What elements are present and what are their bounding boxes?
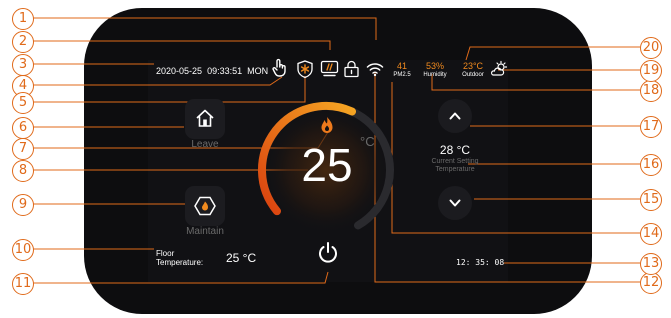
temperature-up-button[interactable]	[438, 99, 472, 133]
outdoor-label: Outdoor	[462, 72, 484, 78]
setpoint-label-line1: Current Setting	[431, 158, 479, 165]
callout-7: 7	[12, 138, 34, 160]
callout-10: 10	[12, 239, 34, 261]
humidity-value: 53%	[425, 61, 444, 71]
status-weekday: MON	[247, 66, 269, 76]
maintain-mode-label: Maintain	[186, 226, 224, 237]
touch-hand-icon[interactable]	[271, 58, 287, 78]
callout-6: 6	[12, 117, 34, 139]
callout-17: 17	[640, 116, 662, 138]
status-datetime: 2020-05-25 09:33:51 MON	[156, 66, 268, 76]
callout-15: 15	[640, 189, 662, 211]
pm25-widget: 41 PM2.5	[388, 61, 416, 79]
humidity-widget: 53% Humidity	[418, 61, 452, 79]
temperature-unit: °C	[360, 134, 375, 149]
callout-9: 9	[12, 194, 34, 216]
temperature-down-button[interactable]	[438, 186, 472, 220]
power-button-icon[interactable]	[317, 241, 339, 265]
setpoint-value: 28 °C	[439, 143, 471, 157]
floor-temp-label-line1: Floor	[156, 249, 175, 258]
weather-partly-cloudy-icon	[491, 60, 508, 76]
callout-20: 20	[640, 37, 662, 59]
anti-freeze-shield-icon	[297, 60, 313, 79]
callout-16: 16	[640, 154, 662, 176]
clock-display: 12: 35: 08	[456, 258, 505, 267]
outdoor-temp-value: 23°C	[462, 61, 484, 71]
chevron-up-icon	[449, 112, 461, 120]
callout-8: 8	[12, 160, 34, 182]
callout-14: 14	[640, 223, 662, 245]
home-icon	[196, 109, 214, 127]
floor-temp-label: Floor Temperature:	[156, 249, 203, 267]
callout-18: 18	[640, 80, 662, 102]
callout-13: 13	[640, 253, 662, 275]
child-lock-icon[interactable]	[343, 60, 360, 78]
maintain-mode-button[interactable]	[185, 186, 225, 226]
current-temperature: 25	[301, 139, 353, 191]
setpoint-label: Current Setting Temperature	[416, 158, 494, 174]
callout-12: 12	[640, 272, 662, 294]
humidity-label: Humidity	[423, 72, 447, 78]
heating-flame-icon	[321, 117, 333, 133]
wifi-icon[interactable]	[366, 62, 384, 77]
leave-mode-label: Leave	[191, 139, 219, 150]
chevron-down-icon	[449, 199, 461, 207]
setpoint-label-line2: Temperature	[435, 166, 475, 173]
status-time: 09:33:51	[207, 66, 243, 76]
window-open-detection-icon	[320, 60, 339, 77]
pm25-value: 41	[396, 61, 407, 71]
status-date: 2020-05-25	[156, 66, 203, 76]
callout-5: 5	[12, 92, 34, 114]
outdoor-widget: 23°C Outdoor	[457, 61, 489, 79]
callout-19: 19	[640, 60, 662, 82]
pm25-label: PM2.5	[393, 72, 411, 78]
floor-temp-label-line2: Temperature:	[156, 258, 204, 267]
floor-temp-value: 25 °C	[226, 251, 257, 265]
leave-mode-button[interactable]	[185, 99, 225, 139]
callout-11: 11	[12, 273, 34, 295]
callout-2: 2	[12, 31, 34, 53]
hexagon-flame-icon	[194, 196, 216, 216]
callout-3: 3	[12, 54, 34, 76]
callout-1: 1	[12, 8, 34, 30]
